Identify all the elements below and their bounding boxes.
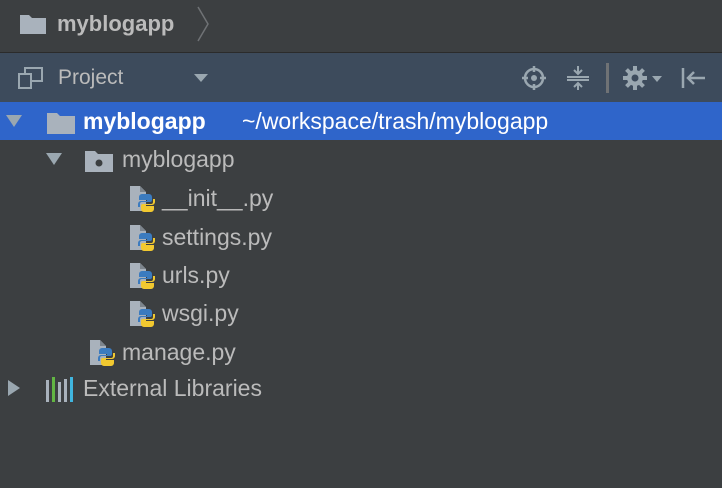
- expand-arrow-icon[interactable]: [6, 113, 22, 129]
- external-libraries-label: External Libraries: [83, 375, 262, 401]
- root-folder-path: ~/workspace/trash/myblogapp: [242, 108, 549, 134]
- python-file-icon: [130, 225, 155, 251]
- chevron-right-icon: [197, 6, 209, 42]
- navigation-bar: myblogapp: [0, 0, 722, 50]
- package-folder-icon: [85, 151, 113, 172]
- file-name: wsgi.py: [162, 300, 239, 326]
- tree-row-file[interactable]: urls.py: [0, 256, 722, 294]
- collapse-all-icon[interactable]: [565, 65, 591, 91]
- collapsed-arrow-icon[interactable]: [6, 380, 22, 396]
- hide-icon[interactable]: [680, 65, 706, 91]
- file-name: settings.py: [162, 224, 272, 250]
- project-view-selector[interactable]: Project: [58, 66, 123, 90]
- root-folder-name: myblogapp: [83, 108, 206, 134]
- folder-icon: [20, 15, 46, 34]
- breadcrumb-project-name[interactable]: myblogapp: [57, 11, 174, 37]
- file-name: manage.py: [122, 339, 236, 365]
- python-file-icon: [130, 301, 155, 327]
- tree-row-file[interactable]: __init__.py: [0, 179, 722, 217]
- tree-row-file[interactable]: wsgi.py: [0, 294, 722, 332]
- project-view-icon: [18, 67, 43, 89]
- package-name: myblogapp: [122, 146, 235, 172]
- python-file-icon: [130, 186, 155, 212]
- libraries-icon: [46, 377, 73, 402]
- toolbar-separator: [606, 63, 609, 93]
- project-toolwindow-header: Project: [0, 52, 722, 103]
- file-name: __init__.py: [162, 185, 274, 211]
- expand-arrow-icon[interactable]: [46, 151, 62, 167]
- file-name: urls.py: [162, 262, 230, 288]
- python-file-icon: [90, 340, 115, 366]
- tree-row-external-libraries[interactable]: External Libraries: [0, 369, 722, 407]
- gear-icon[interactable]: [623, 65, 663, 91]
- tree-row-root[interactable]: myblogapp ~/workspace/trash/myblogapp: [0, 102, 722, 140]
- python-file-icon: [130, 263, 155, 289]
- folder-icon: [47, 113, 75, 134]
- tree-row-file[interactable]: settings.py: [0, 218, 722, 256]
- locate-icon[interactable]: [521, 65, 547, 91]
- dropdown-arrow-icon[interactable]: [193, 72, 209, 84]
- tree-row-file[interactable]: manage.py: [0, 333, 722, 371]
- tree-row-package[interactable]: myblogapp: [0, 140, 722, 178]
